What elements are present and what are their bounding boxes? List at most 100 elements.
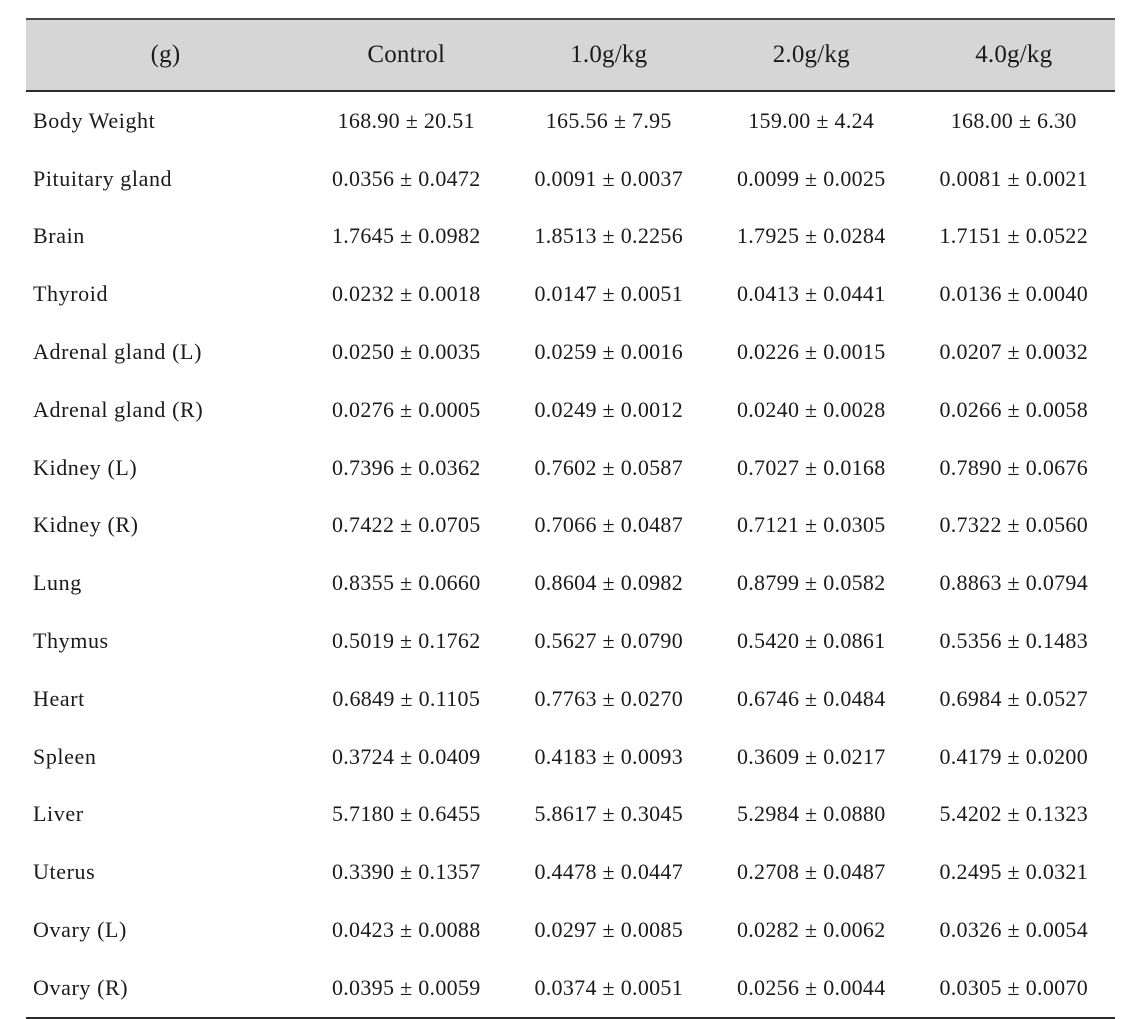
table-row: Spleen 0.3724 ± 0.0409 0.4183 ± 0.0093 0.36… <box>26 728 1115 786</box>
table-body: Body Weight 168.90 ± 20.51 165.56 ± 7.95 15… <box>26 91 1115 1019</box>
table-header: (g) Control 1.0g/kg 2.0g/kg 4.0g/kg <box>26 18 1115 92</box>
row-label: Adrenal gland (L) <box>33 339 203 365</box>
cell-value: 5.8617 ± 0.3045 <box>534 801 684 827</box>
cell-value: 0.0413 ± 0.0441 <box>736 281 886 307</box>
cell-value: 0.3609 ± 0.0217 <box>736 743 886 769</box>
cell-value: 0.0091 ± 0.0037 <box>534 165 684 191</box>
row-label: Thymus <box>33 628 109 654</box>
table-row: Ovary (R) 0.0395 ± 0.0059 0.0374 ± 0.0051 0… <box>26 958 1115 1019</box>
cell-value: 1.7151 ± 0.0522 <box>939 223 1089 249</box>
cell-value: 0.5420 ± 0.0861 <box>736 628 886 654</box>
row-label: Lung <box>33 570 82 596</box>
cell-value: 0.0099 ± 0.0025 <box>736 165 886 191</box>
cell-value: 0.0423 ± 0.0088 <box>331 917 481 943</box>
cell-value: 0.0249 ± 0.0012 <box>534 396 684 422</box>
column-header-dose-1: 1.0g/kg <box>507 18 710 92</box>
table-row: Ovary (L) 0.0423 ± 0.0088 0.0297 ± 0.0085 0… <box>26 901 1115 959</box>
cell-value: 0.7322 ± 0.0560 <box>939 512 1089 538</box>
table-row: Thyroid 0.0232 ± 0.0018 0.0147 ± 0.0051 0.0… <box>26 265 1115 323</box>
cell-value: 0.0356 ± 0.0472 <box>331 165 481 191</box>
row-label: Ovary (L) <box>33 917 127 943</box>
cell-value: 168.90 ± 20.51 <box>337 107 475 133</box>
cell-value: 0.8799 ± 0.0582 <box>736 570 886 596</box>
column-header-dose-2: 2.0g/kg <box>710 18 913 92</box>
cell-value: 0.2708 ± 0.0487 <box>736 859 886 885</box>
cell-value: 0.0259 ± 0.0016 <box>534 339 684 365</box>
cell-value: 1.7925 ± 0.0284 <box>736 223 886 249</box>
cell-value: 0.7763 ± 0.0270 <box>534 685 684 711</box>
cell-value: 0.7422 ± 0.0705 <box>331 512 481 538</box>
table-row: Adrenal gland (L) 0.0250 ± 0.0035 0.0259 ±… <box>26 323 1115 381</box>
cell-value: 0.8863 ± 0.0794 <box>939 570 1089 596</box>
column-header-dose-4: 4.0g/kg <box>912 18 1115 92</box>
cell-value: 0.0207 ± 0.0032 <box>939 339 1089 365</box>
cell-value: 0.0276 ± 0.0005 <box>331 396 481 422</box>
cell-value: 0.0081 ± 0.0021 <box>939 165 1089 191</box>
table-row: Adrenal gland (R) 0.0276 ± 0.0005 0.0249 ±… <box>26 381 1115 439</box>
row-label: Liver <box>33 801 84 827</box>
cell-value: 0.5627 ± 0.0790 <box>534 628 684 654</box>
cell-value: 0.6984 ± 0.0527 <box>939 685 1089 711</box>
row-label: Body Weight <box>33 107 156 133</box>
cell-value: 0.0232 ± 0.0018 <box>331 281 481 307</box>
organ-weight-table-container: (g) Control 1.0g/kg 2.0g/kg 4.0g/kg Body… <box>26 18 1115 1019</box>
cell-value: 0.3390 ± 0.1357 <box>331 859 481 885</box>
table-row: Body Weight 168.90 ± 20.51 165.56 ± 7.95 15… <box>26 91 1115 150</box>
row-label: Spleen <box>33 743 97 769</box>
cell-value: 0.0305 ± 0.0070 <box>912 958 1115 1019</box>
cell-value: 0.4179 ± 0.0200 <box>939 743 1089 769</box>
table-row: Uterus 0.3390 ± 0.1357 0.4478 ± 0.0447 0.27… <box>26 843 1115 901</box>
cell-value: 1.8513 ± 0.2256 <box>534 223 684 249</box>
cell-value: 0.0136 ± 0.0040 <box>939 281 1089 307</box>
cell-value: 0.8355 ± 0.0660 <box>331 570 481 596</box>
cell-value: 0.0256 ± 0.0044 <box>710 958 913 1019</box>
cell-value: 0.0226 ± 0.0015 <box>736 339 886 365</box>
organ-weight-table: (g) Control 1.0g/kg 2.0g/kg 4.0g/kg Body… <box>26 18 1115 1019</box>
row-label: Kidney (R) <box>33 512 139 538</box>
row-label: Adrenal gland (R) <box>33 396 204 422</box>
cell-value: 0.0297 ± 0.0085 <box>534 917 684 943</box>
cell-value: 0.0395 ± 0.0059 <box>305 958 508 1019</box>
row-label: Uterus <box>33 859 96 885</box>
cell-value: 0.4478 ± 0.0447 <box>534 859 684 885</box>
cell-value: 0.0250 ± 0.0035 <box>331 339 481 365</box>
table-row: Heart 0.6849 ± 0.1105 0.7763 ± 0.0270 0.674… <box>26 670 1115 728</box>
cell-value: 0.7027 ± 0.0168 <box>736 454 886 480</box>
cell-value: 0.0282 ± 0.0062 <box>736 917 886 943</box>
cell-value: 168.00 ± 6.30 <box>950 107 1077 133</box>
cell-value: 0.6746 ± 0.0484 <box>736 685 886 711</box>
cell-value: 0.5356 ± 0.1483 <box>939 628 1089 654</box>
cell-value: 0.4183 ± 0.0093 <box>534 743 684 769</box>
cell-value: 0.7066 ± 0.0487 <box>534 512 684 538</box>
cell-value: 0.7121 ± 0.0305 <box>736 512 886 538</box>
table-row: Kidney (L) 0.7396 ± 0.0362 0.7602 ± 0.0587… <box>26 439 1115 497</box>
cell-value: 5.2984 ± 0.0880 <box>736 801 886 827</box>
cell-value: 0.0147 ± 0.0051 <box>534 281 684 307</box>
table-row: Liver 5.7180 ± 0.6455 5.8617 ± 0.3045 5.298… <box>26 786 1115 844</box>
row-label: Brain <box>33 223 85 249</box>
cell-value: 0.0374 ± 0.0051 <box>507 958 710 1019</box>
cell-value: 0.0240 ± 0.0028 <box>736 396 886 422</box>
row-label: Thyroid <box>33 281 109 307</box>
cell-value: 0.7396 ± 0.0362 <box>331 454 481 480</box>
cell-value: 0.0266 ± 0.0058 <box>939 396 1089 422</box>
table-row: Thymus 0.5019 ± 0.1762 0.5627 ± 0.0790 0.54… <box>26 612 1115 670</box>
cell-value: 5.7180 ± 0.6455 <box>331 801 481 827</box>
cell-value: 159.00 ± 4.24 <box>748 107 875 133</box>
table-row: Kidney (R) 0.7422 ± 0.0705 0.7066 ± 0.0487… <box>26 497 1115 555</box>
cell-value: 165.56 ± 7.95 <box>545 107 672 133</box>
table-row: Lung 0.8355 ± 0.0660 0.8604 ± 0.0982 0.8799… <box>26 554 1115 612</box>
cell-value: 0.7890 ± 0.0676 <box>939 454 1089 480</box>
cell-value: 0.2495 ± 0.0321 <box>939 859 1089 885</box>
row-label: Pituitary gland <box>33 165 173 191</box>
table-header-row: (g) Control 1.0g/kg 2.0g/kg 4.0g/kg <box>26 18 1115 92</box>
cell-value: 0.3724 ± 0.0409 <box>331 743 481 769</box>
table-row: Brain 1.7645 ± 0.0982 1.8513 ± 0.2256 1.792… <box>26 208 1115 266</box>
cell-value: 0.6849 ± 0.1105 <box>332 685 481 711</box>
cell-value: 0.8604 ± 0.0982 <box>534 570 684 596</box>
row-label: Heart <box>33 685 85 711</box>
cell-value: 0.5019 ± 0.1762 <box>331 628 481 654</box>
row-label: Kidney (L) <box>33 454 138 480</box>
row-label: Ovary (R) <box>26 958 305 1019</box>
cell-value: 5.4202 ± 0.1323 <box>939 801 1089 827</box>
